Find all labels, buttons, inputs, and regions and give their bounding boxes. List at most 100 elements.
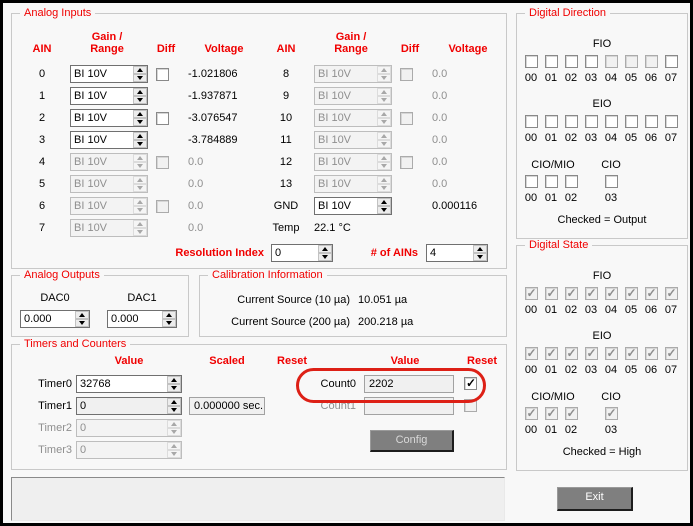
ain-right-gain-range-spinner-GND-up-arrow-icon[interactable] (377, 198, 391, 206)
dac1-spinner-up-arrow-icon[interactable] (162, 311, 176, 319)
analog-inputs-title: Analog Inputs (20, 7, 95, 19)
direction-eio-cell-01 (541, 115, 561, 128)
direction-cio-mio-checkbox-01[interactable] (545, 175, 558, 188)
ain-left-gain-range-spinner-3-down-arrow-icon[interactable] (133, 140, 147, 148)
ain-right-gain-range-spinner-11-up-arrow-icon (377, 132, 391, 140)
timer1-value-spinner-down-arrow-icon[interactable] (167, 406, 181, 414)
timer0-value-spinner-up-arrow-icon[interactable] (167, 376, 181, 384)
resolution-index-spinner[interactable]: 0 (271, 244, 333, 262)
timer1-value-spinner[interactable]: 0 (76, 397, 182, 415)
direction-eio-checkbox-07[interactable] (665, 115, 678, 128)
direction-fio-cell-06 (641, 55, 661, 68)
num-ains-spinner-up-arrow-icon[interactable] (473, 245, 487, 253)
direction-fio-checkbox-02[interactable] (565, 55, 578, 68)
ain-left-gain-range-spinner-2-arrows[interactable] (133, 110, 147, 126)
direction-eio-checkbox-04[interactable] (605, 115, 618, 128)
state-cio-mio-checkbox-00 (525, 407, 538, 420)
ain-right-gain-range-spinner-13-arrows (377, 176, 391, 192)
dac1-spinner-down-arrow-icon[interactable] (162, 319, 176, 327)
dac1-spinner-arrows[interactable] (162, 311, 176, 327)
ain-right-gain-range-spinner-9: BI 10V (314, 87, 392, 105)
config-button[interactable]: Config (370, 430, 454, 452)
direction-eio-checkbox-row (521, 115, 681, 128)
ain-left-gain-range-spinner-1-down-arrow-icon[interactable] (133, 96, 147, 104)
direction-cio-checkbox-03[interactable] (605, 175, 618, 188)
timer0-label: Timer0 (12, 378, 72, 390)
direction-eio-checkbox-05[interactable] (625, 115, 638, 128)
direction-cio-mio-checkbox-00[interactable] (525, 175, 538, 188)
ain-left-diff-checkbox-0[interactable] (156, 68, 169, 81)
direction-cio-mio-checkbox-02[interactable] (565, 175, 578, 188)
state-fio-cell-02 (561, 287, 581, 300)
direction-fio-checkbox-03[interactable] (585, 55, 598, 68)
num-ains-spinner-arrows[interactable] (473, 245, 487, 261)
ain-left-row-ain-1: 1BI 10V-1.937871 (20, 86, 268, 106)
ain-left-gain-range-spinner-3-arrows[interactable] (133, 132, 147, 148)
direction-eio-checkbox-02[interactable] (565, 115, 578, 128)
direction-eio-checkbox-03[interactable] (585, 115, 598, 128)
resolution-index-spinner-down-arrow-icon[interactable] (318, 253, 332, 261)
ain-left-voltage-value-0: -1.021806 (188, 68, 268, 80)
dac0-spinner-arrows[interactable] (75, 311, 89, 327)
ain-right-gain-range-spinner-9-value: BI 10V (315, 88, 377, 104)
ain-left-gain-range-cell-1: BI 10V (64, 87, 150, 105)
ain-right-gain-range-spinner-GND-value: BI 10V (315, 198, 377, 214)
ain-right-diff-cell-12 (394, 156, 432, 169)
gain-header-line2-left: Range (64, 43, 150, 55)
ain-left-gain-range-spinner-0-arrows[interactable] (133, 66, 147, 82)
ain-left-gain-range-spinner-2-down-arrow-icon[interactable] (133, 118, 147, 126)
direction-fio-checkbox-00[interactable] (525, 55, 538, 68)
direction-eio-cell-02 (561, 115, 581, 128)
num-ains-spinner-value: 4 (427, 245, 473, 261)
ain-left-gain-range-spinner-1-up-arrow-icon[interactable] (133, 88, 147, 96)
ain-left-gain-range-spinner-2[interactable]: BI 10V (70, 109, 148, 127)
state-eio-checkbox-row (521, 347, 681, 360)
state-fio-checkbox-07 (665, 287, 678, 300)
direction-eio-checkbox-06[interactable] (645, 115, 658, 128)
dac0-spinner-down-arrow-icon[interactable] (75, 319, 89, 327)
ain-left-diff-checkbox-2[interactable] (156, 112, 169, 125)
test-panel-window: Analog Inputs AIN Gain / Range Diff Volt… (0, 0, 693, 526)
ain-left-gain-range-spinner-3[interactable]: BI 10V (70, 131, 148, 149)
ain-left-gain-range-spinner-0-up-arrow-icon[interactable] (133, 66, 147, 74)
direction-fio-checkbox-01[interactable] (545, 55, 558, 68)
ain-right-gain-range-spinner-GND[interactable]: BI 10V (314, 197, 392, 215)
direction-eio-bit-label-02: 02 (561, 132, 581, 144)
state-cio-bit-label-03: 03 (601, 424, 621, 436)
num-ains-spinner-down-arrow-icon[interactable] (473, 253, 487, 261)
ain-left-gain-range-spinner-0-down-arrow-icon[interactable] (133, 74, 147, 82)
exit-button[interactable]: Exit (557, 487, 633, 511)
ain-left-voltage-value-4: 0.0 (188, 156, 268, 168)
timer0-value-spinner[interactable]: 32768 (76, 375, 182, 393)
state-eio-cell-03 (581, 347, 601, 360)
state-fio-cell-07 (661, 287, 681, 300)
ain-left-gain-range-spinner-7-down-arrow-icon (133, 228, 147, 236)
num-ains-spinner[interactable]: 4 (426, 244, 488, 262)
ain-right-gain-range-spinner-GND-arrows[interactable] (377, 198, 391, 214)
direction-eio-checkbox-01[interactable] (545, 115, 558, 128)
timer3-value-spinner-down-arrow-icon (167, 450, 181, 458)
dac0-spinner-up-arrow-icon[interactable] (75, 311, 89, 319)
ain-right-gain-range-spinner-GND-down-arrow-icon[interactable] (377, 206, 391, 214)
state-fio-cell-03 (581, 287, 601, 300)
direction-fio-checkbox-07[interactable] (665, 55, 678, 68)
timer0-value-spinner-down-arrow-icon[interactable] (167, 384, 181, 392)
ain-left-gain-range-spinner-2-up-arrow-icon[interactable] (133, 110, 147, 118)
ain-left-gain-range-spinner-3-up-arrow-icon[interactable] (133, 132, 147, 140)
resolution-index-spinner-up-arrow-icon[interactable] (318, 245, 332, 253)
timer1-value-spinner-up-arrow-icon[interactable] (167, 398, 181, 406)
direction-cio-label-row: 03 (601, 192, 621, 204)
ain-left-gain-range-spinner-0[interactable]: BI 10V (70, 65, 148, 83)
ain-left-gain-range-spinner-6-down-arrow-icon (133, 206, 147, 214)
direction-eio-checkbox-00[interactable] (525, 115, 538, 128)
timer1-value-spinner-arrows[interactable] (167, 398, 181, 414)
ain-left-gain-range-spinner-1-arrows[interactable] (133, 88, 147, 104)
direction-fio-bit-label-06: 06 (641, 72, 661, 84)
timer0-value-spinner-arrows[interactable] (167, 376, 181, 392)
ain-left-gain-range-spinner-1[interactable]: BI 10V (70, 87, 148, 105)
resolution-index-spinner-arrows[interactable] (318, 245, 332, 261)
count0-reset-checkbox[interactable] (464, 377, 477, 390)
dac0-spinner[interactable]: 0.000 (20, 310, 90, 328)
resolution-index-spinner-value: 0 (272, 245, 318, 261)
dac1-spinner[interactable]: 0.000 (107, 310, 177, 328)
